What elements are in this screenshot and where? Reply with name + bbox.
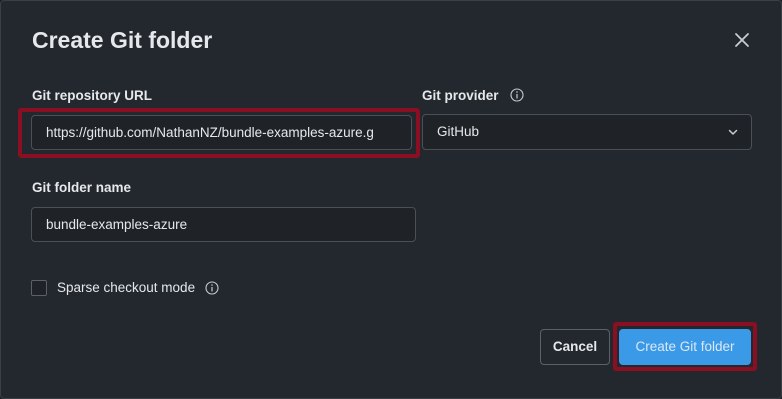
close-icon xyxy=(735,33,749,47)
folder-name-input[interactable]: bundle-examples-azure xyxy=(31,207,416,242)
chevron-down-icon xyxy=(728,129,738,135)
close-button[interactable] xyxy=(731,29,753,51)
folder-name-label: Git folder name xyxy=(32,180,132,195)
git-provider-label: Git provider xyxy=(422,88,499,103)
create-git-folder-dialog: Create Git folder Git repository URL htt… xyxy=(0,0,782,399)
git-provider-select[interactable]: GitHub xyxy=(422,114,752,150)
info-icon[interactable] xyxy=(510,88,524,102)
create-git-folder-button[interactable]: Create Git folder xyxy=(619,329,751,365)
repo-url-label: Git repository URL xyxy=(32,88,153,103)
sparse-checkout-checkbox[interactable] xyxy=(31,280,47,296)
info-icon[interactable] xyxy=(205,281,219,295)
git-provider-value: GitHub xyxy=(437,124,480,139)
cancel-button[interactable]: Cancel xyxy=(540,329,610,365)
sparse-checkout-label: Sparse checkout mode xyxy=(57,280,196,295)
repo-url-input[interactable]: https://github.com/NathanNZ/bundle-examp… xyxy=(31,115,412,150)
dialog-title: Create Git folder xyxy=(32,27,213,53)
